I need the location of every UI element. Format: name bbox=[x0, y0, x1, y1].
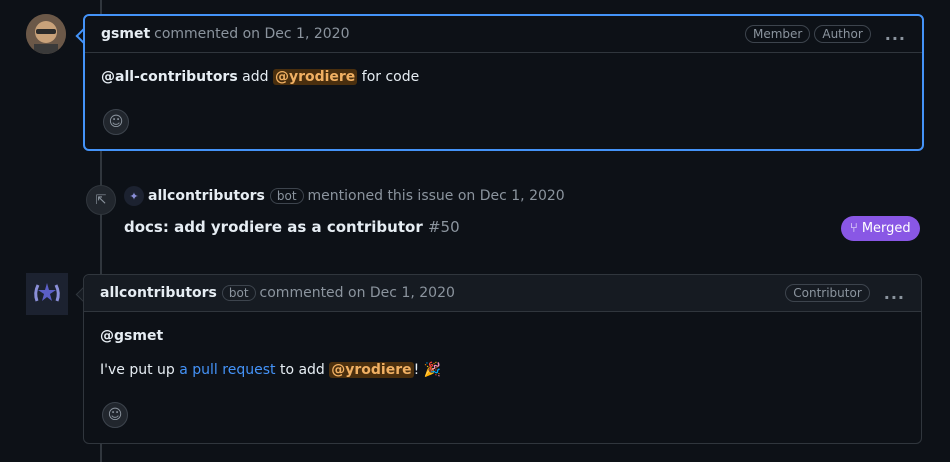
cross-reference-event: ✦ allcontributors bot mentioned this iss… bbox=[124, 186, 565, 206]
bot-badge: bot bbox=[269, 188, 304, 204]
pull-request-link[interactable]: a pull request bbox=[179, 362, 275, 378]
comment-header: gsmet commented on Dec 1, 2020 Member Au… bbox=[85, 16, 922, 53]
comment-timestamp[interactable]: commented on Dec 1, 2020 bbox=[260, 285, 455, 301]
mention-gsmet[interactable]: @gsmet bbox=[100, 328, 905, 344]
merge-icon: ⑂ bbox=[850, 221, 858, 236]
event-timestamp: mentioned this issue on Dec 1, 2020 bbox=[307, 188, 565, 204]
body-text: add bbox=[242, 69, 269, 85]
mention-all-contributors[interactable]: @all-contributors bbox=[101, 69, 238, 85]
pr-title-link[interactable]: docs: add yrodiere as a contributor #50 bbox=[124, 218, 460, 236]
comment-body: @all-contributors add @yrodiere for code bbox=[85, 53, 922, 101]
mention-yrodiere[interactable]: @yrodiere bbox=[272, 69, 358, 85]
merged-label: Merged bbox=[861, 221, 911, 236]
add-reaction-icon[interactable]: ☺ bbox=[103, 109, 129, 135]
member-badge: Member bbox=[745, 25, 811, 43]
cross-reference-icon: ⇱ bbox=[86, 185, 116, 215]
add-reaction-icon[interactable]: ☺ bbox=[102, 402, 128, 428]
mention-yrodiere[interactable]: @yrodiere bbox=[329, 362, 414, 378]
gsmet-avatar[interactable] bbox=[26, 14, 66, 54]
bot-badge: bot bbox=[221, 285, 256, 301]
pr-number[interactable]: #50 bbox=[428, 218, 460, 236]
more-options-icon[interactable]: ... bbox=[884, 284, 905, 303]
body-text: I've put up bbox=[100, 362, 175, 378]
contributor-badge: Contributor bbox=[785, 284, 870, 302]
comment-header: allcontributors bot commented on Dec 1, … bbox=[84, 275, 921, 312]
allcontributors-avatar[interactable] bbox=[26, 273, 68, 315]
comment-author[interactable]: gsmet bbox=[101, 26, 150, 42]
body-text: for code bbox=[361, 69, 420, 85]
comment-allcontributors: allcontributors bot commented on Dec 1, … bbox=[83, 274, 922, 444]
event-author[interactable]: allcontributors bbox=[148, 188, 265, 204]
pr-title[interactable]: docs: add yrodiere as a contributor bbox=[124, 218, 423, 236]
comment-author[interactable]: allcontributors bbox=[100, 285, 217, 301]
author-badge: Author bbox=[814, 25, 871, 43]
merged-status-badge: ⑂ Merged bbox=[841, 216, 920, 241]
body-text: to add bbox=[279, 362, 325, 378]
body-text: ! bbox=[413, 362, 420, 378]
comment-body: @gsmet I've put up a pull request to add… bbox=[84, 312, 921, 394]
body-line: I've put up a pull request to add @yrodi… bbox=[100, 362, 905, 378]
comment-timestamp[interactable]: commented on Dec 1, 2020 bbox=[154, 26, 349, 42]
party-popper-emoji: 🎉 bbox=[423, 362, 442, 378]
comment-gsmet: gsmet commented on Dec 1, 2020 Member Au… bbox=[83, 14, 924, 151]
allcontributors-mini-avatar[interactable]: ✦ bbox=[124, 186, 144, 206]
more-options-icon[interactable]: ... bbox=[885, 25, 906, 44]
